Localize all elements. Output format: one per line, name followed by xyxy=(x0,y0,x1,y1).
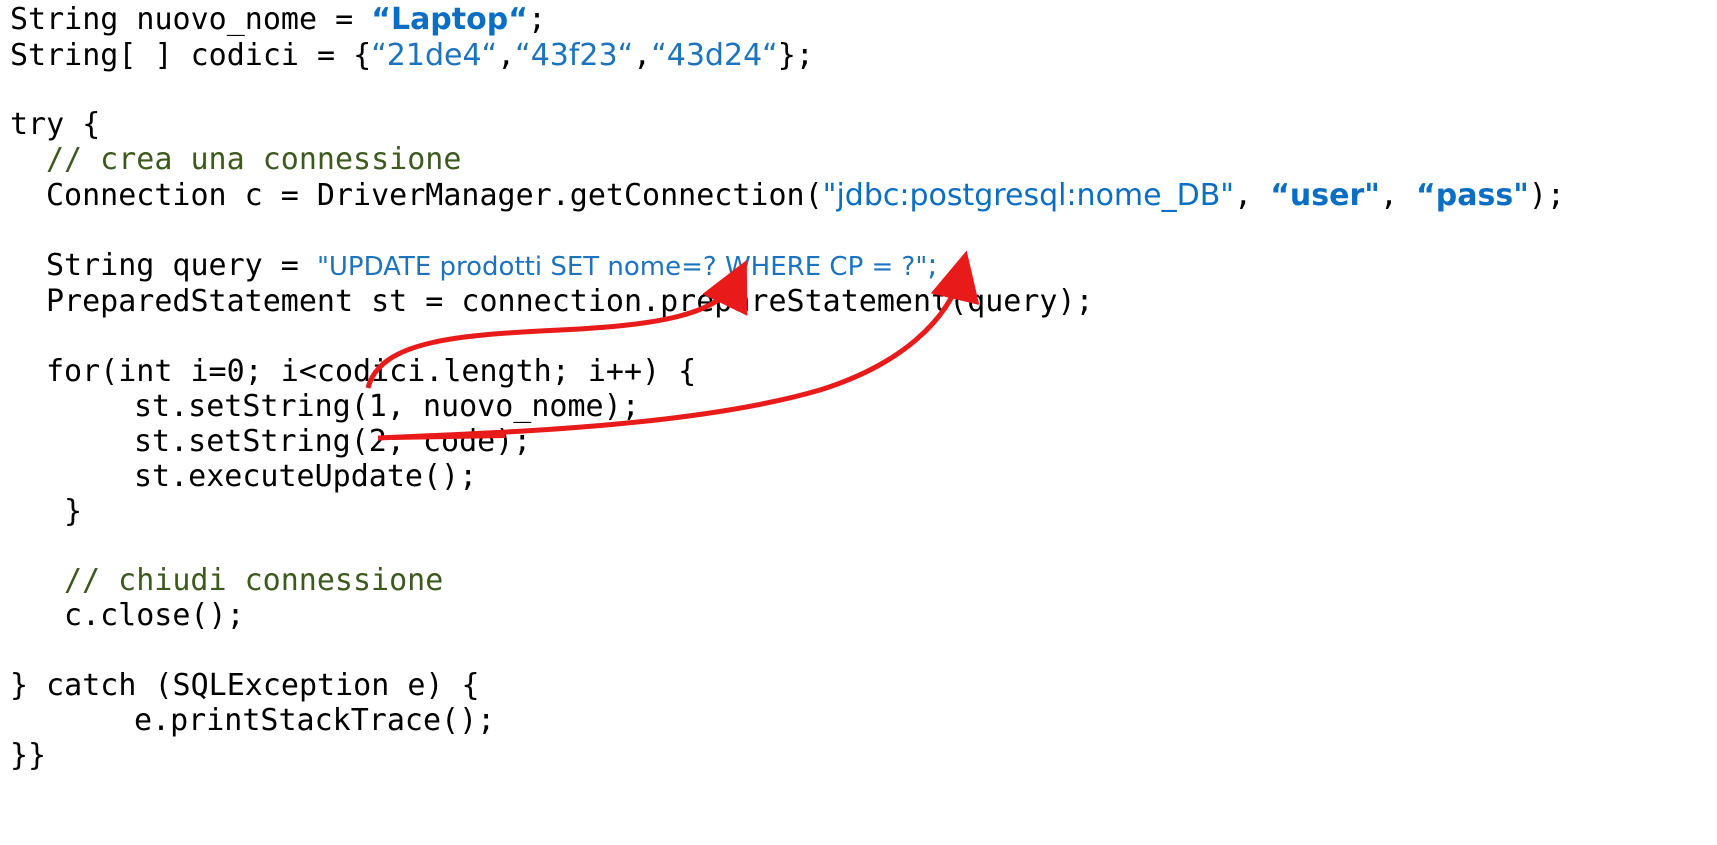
string-literal: "jdbc:postgresql:nome_DB" xyxy=(822,178,1235,213)
code-line-for: for(int i=0; i<codici.length; i++) { xyxy=(46,354,697,389)
code-text: Connection c = DriverManager.getConnecti… xyxy=(46,178,823,213)
code-line-try: try { xyxy=(10,107,101,142)
code-text: ; xyxy=(927,248,938,283)
string-literal: “user" xyxy=(1270,178,1380,213)
code-line-close: c.close(); xyxy=(64,598,245,633)
string-literal: “Laptop“ xyxy=(371,2,528,37)
code-line-connection: Connection c = DriverManager.getConnecti… xyxy=(46,178,1565,213)
code-line-setstring-2: st.setString(2, code); xyxy=(134,424,532,459)
code-line-setstring-1: st.setString(1, nuovo_nome); xyxy=(134,389,640,424)
code-line-catch: } catch (SQLException e) { xyxy=(10,668,480,703)
code-text: , xyxy=(497,38,516,73)
code-text: String nuovo_nome = xyxy=(10,2,372,37)
string-literal: “pass" xyxy=(1416,178,1529,213)
code-line-execute: st.executeUpdate(); xyxy=(134,459,478,494)
code-text: String query = xyxy=(46,248,317,283)
code-line-2: String[ ] codici = {“21de4“,“43f23“,“43d… xyxy=(10,38,814,73)
code-line-prepare: PreparedStatement st = connection.prepar… xyxy=(46,284,1094,319)
comment-line-close: // chiudi connessione xyxy=(64,563,444,598)
code-text: , xyxy=(633,38,652,73)
code-line-1: String nuovo_nome = “Laptop“; xyxy=(10,2,546,37)
code-line-end: }} xyxy=(10,738,47,773)
code-line-query: String query = "UPDATE prodotti SET nome… xyxy=(46,248,937,283)
code-text: ; xyxy=(527,2,546,37)
string-literal: “43f23“ xyxy=(515,38,634,73)
sql-string: "UPDATE prodotti SET nome=? WHERE CP = ?… xyxy=(316,252,928,282)
code-text: String[ ] codici = { xyxy=(10,38,372,73)
code-text: ); xyxy=(1528,178,1565,213)
code-text: }; xyxy=(777,38,814,73)
code-text: , xyxy=(1234,178,1271,213)
string-literal: “43d24“ xyxy=(651,38,778,73)
comment-line: // crea una connessione xyxy=(46,142,462,177)
code-slide: String nuovo_nome = “Laptop“; String[ ] … xyxy=(0,0,1717,845)
string-literal: “21de4“ xyxy=(371,38,498,73)
code-text: , xyxy=(1379,178,1417,213)
code-line-printstack: e.printStackTrace(); xyxy=(134,703,496,738)
code-line-close-brace: } xyxy=(64,494,83,529)
